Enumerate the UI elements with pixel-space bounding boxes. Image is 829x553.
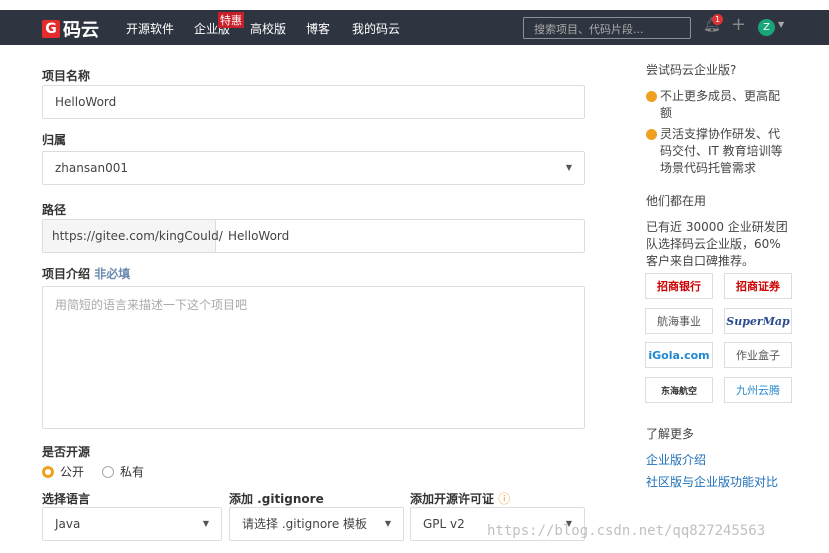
promo-badge: 特惠 bbox=[218, 12, 244, 28]
caret-down-icon: ▼ bbox=[565, 163, 572, 172]
gitignore-value: 请选择 .gitignore 模板 bbox=[242, 517, 368, 531]
radio-public[interactable] bbox=[42, 465, 54, 478]
path-prefix: https://gitee.com/kingCould/ bbox=[43, 220, 223, 252]
radio-private-label: 私有 bbox=[120, 465, 145, 479]
radio-private[interactable] bbox=[102, 465, 115, 478]
more-title: 了解更多 bbox=[646, 427, 695, 441]
logo-igola: iGola.com bbox=[645, 342, 713, 368]
point-1: ✓ 不止更多成员、更高配额 bbox=[641, 88, 786, 122]
link-compare[interactable]: 社区版与企业版功能对比 bbox=[646, 474, 778, 491]
logo-text: 码云 bbox=[63, 20, 99, 41]
name-label: 项目名称 bbox=[42, 69, 91, 83]
users-title: 他们都在用 bbox=[646, 194, 707, 208]
caret-down-icon: ▼ bbox=[384, 519, 391, 528]
radio-public-label: 公开 bbox=[60, 465, 85, 479]
point-text: 灵活支撑协作研发、代码交付、IT 教育培训等场景代码托管需求 bbox=[660, 127, 783, 175]
lang-label: 选择语言 bbox=[42, 492, 91, 506]
path-label: 路径 bbox=[42, 203, 67, 217]
open-label: 是否开源 bbox=[42, 445, 91, 459]
visibility-radios: 公开 私有 bbox=[42, 463, 144, 480]
avatar[interactable]: Z bbox=[758, 19, 775, 36]
link-text[interactable]: 企业版介绍 bbox=[646, 453, 706, 467]
gitignore-select[interactable]: 请选择 .gitignore 模板 ▼ bbox=[229, 507, 404, 541]
project-name-input[interactable]: HelloWord bbox=[42, 85, 585, 119]
logo-cmb: 招商银行 bbox=[645, 273, 713, 299]
try-title: 尝试码云企业版? bbox=[646, 63, 737, 77]
description-textarea[interactable]: 用简短的语言来描述一下这个项目吧 bbox=[42, 286, 585, 429]
license-label-text: 添加开源许可证 bbox=[410, 492, 495, 506]
nav-my-gitee[interactable]: 我的码云 bbox=[352, 20, 400, 37]
owner-select[interactable]: zhansan001 ▼ bbox=[42, 151, 585, 185]
watermark: https://blog.csdn.net/qq827245563 bbox=[487, 523, 766, 539]
top-navbar: G 码云 开源软件 企业版 特惠 高校版 博客 我的码云 搜索项目、代码片段...… bbox=[0, 10, 829, 45]
check-icon: ✓ bbox=[641, 129, 657, 140]
logo-cms: 招商证券 bbox=[724, 273, 792, 299]
nav-blog[interactable]: 博客 bbox=[306, 20, 330, 37]
license-label: 添加开源许可证 ⓘ bbox=[410, 490, 510, 507]
plus-icon[interactable]: + bbox=[731, 14, 746, 35]
logo-supermap: SuperMap bbox=[724, 308, 792, 334]
check-icon: ✓ bbox=[641, 91, 657, 102]
users-text: 已有近 30000 企业研发团队选择码云企业版，60% 客户来自口碑推荐。 bbox=[646, 220, 788, 268]
language-value: Java bbox=[55, 517, 81, 531]
desc-label: 项目介绍 非必填 bbox=[42, 265, 130, 282]
gitignore-label: 添加 .gitignore bbox=[229, 492, 324, 506]
logo-jiuzhou: 九州云腾 bbox=[724, 377, 792, 403]
point-2: ✓ 灵活支撑协作研发、代码交付、IT 教育培训等场景代码托管需求 bbox=[641, 126, 788, 177]
point-text: 不止更多成员、更高配额 bbox=[660, 89, 781, 120]
owner-value: zhansan001 bbox=[55, 161, 128, 175]
logo[interactable]: G 码云 bbox=[42, 16, 99, 42]
optional-tag: 非必填 bbox=[94, 267, 131, 281]
link-text[interactable]: 社区版与企业版功能对比 bbox=[646, 475, 778, 489]
notification-count: 1 bbox=[712, 14, 723, 25]
nav-edu[interactable]: 高校版 bbox=[250, 20, 286, 37]
search-input[interactable]: 搜索项目、代码片段... bbox=[523, 17, 691, 39]
caret-down-icon: ▼ bbox=[202, 519, 209, 528]
nav-open-source[interactable]: 开源软件 bbox=[126, 20, 174, 37]
chevron-down-icon[interactable]: ▼ bbox=[778, 20, 784, 29]
path-group: https://gitee.com/kingCould/HelloWord bbox=[42, 219, 585, 253]
path-input[interactable]: HelloWord bbox=[216, 229, 289, 243]
logo-zuoye: 作业盒子 bbox=[724, 342, 792, 368]
desc-label-text: 项目介绍 bbox=[42, 267, 91, 281]
top-strip bbox=[0, 0, 829, 10]
logo-hanghai: 航海事业 bbox=[645, 308, 713, 334]
logo-mark: G bbox=[42, 20, 60, 38]
language-select[interactable]: Java ▼ bbox=[42, 507, 222, 541]
license-value: GPL v2 bbox=[423, 517, 465, 531]
logo-donghai: 东海航空 bbox=[645, 377, 713, 403]
link-enterprise-intro[interactable]: 企业版介绍 bbox=[646, 452, 706, 469]
owner-label: 归属 bbox=[42, 133, 67, 147]
info-icon[interactable]: ⓘ bbox=[498, 492, 510, 506]
